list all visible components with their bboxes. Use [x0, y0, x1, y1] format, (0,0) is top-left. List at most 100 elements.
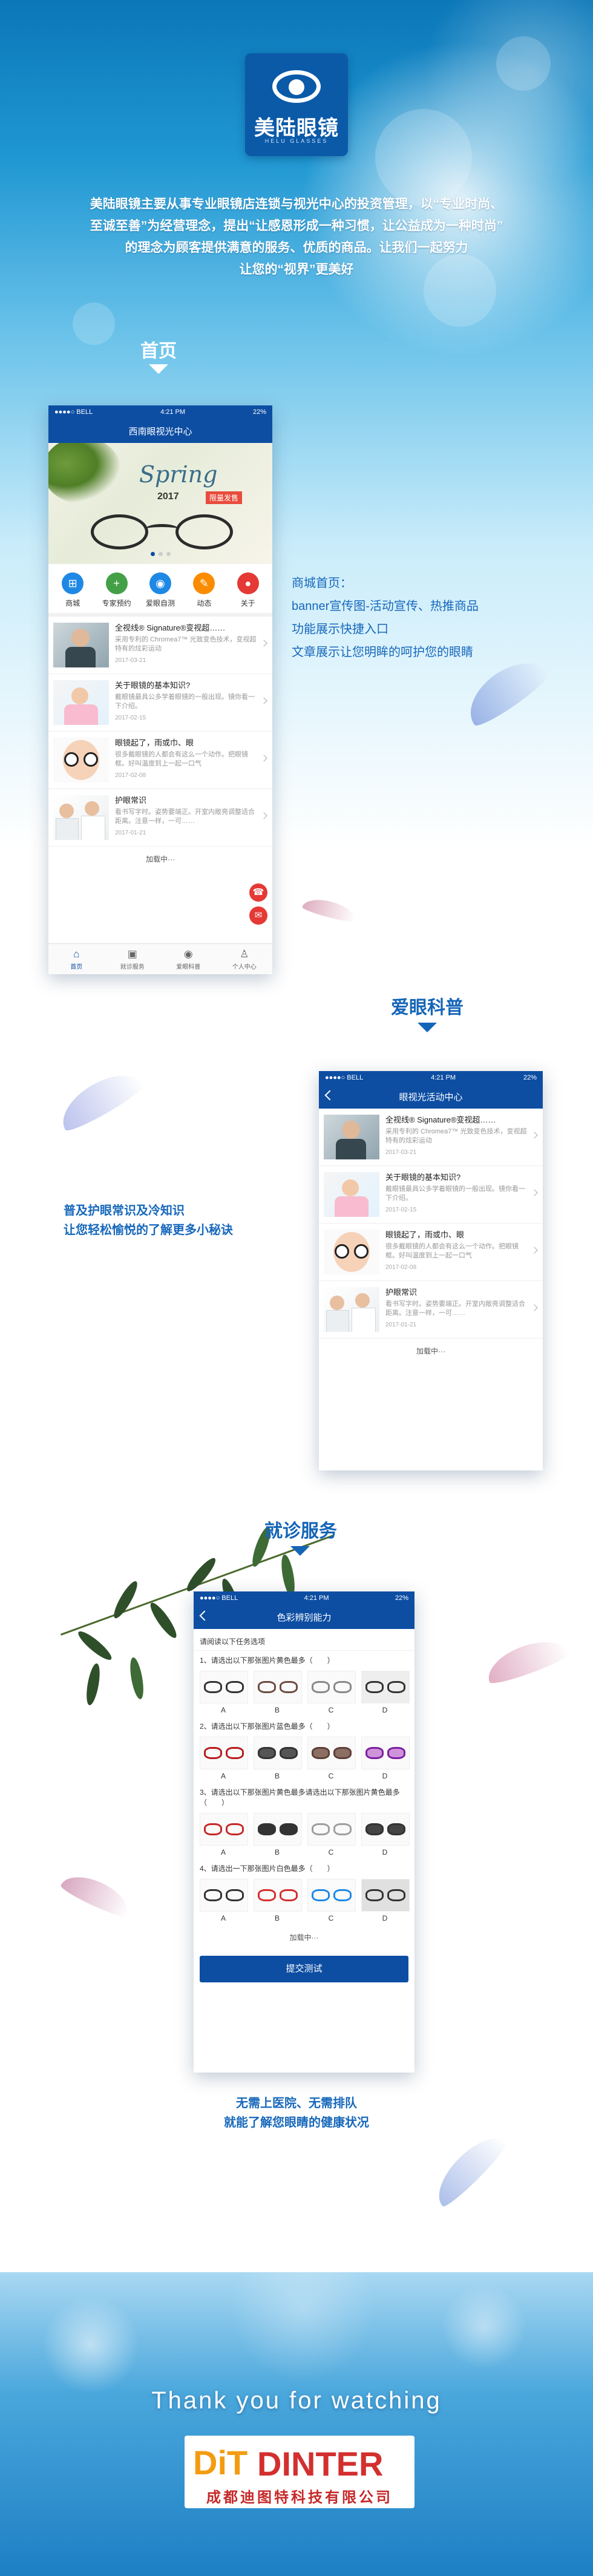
option-c[interactable]: C — [307, 1737, 356, 1780]
article-title: 全视线® Signature®变视超…… — [115, 623, 226, 632]
article-title: 关于眼镜的基本知识? — [385, 1173, 461, 1182]
quick-item-appointment[interactable]: + 专家预约 — [99, 572, 135, 608]
article-item[interactable]: 护眼常识 看书写字时。姿势要端正。开室内敞亮调整适合距离。注意一样，一可…… 2… — [48, 789, 272, 847]
quick-entries: ⊞ 商城 + 专家预约 ◉ 爱眼自测 ✎ 动态 ● 关于 — [48, 564, 272, 617]
article-thumbnail — [324, 1230, 379, 1274]
option-label: B — [274, 1848, 280, 1857]
option-label: D — [382, 1772, 388, 1780]
option-c[interactable]: C — [307, 1813, 356, 1857]
status-bar: ●●●●○ BELL 4:21 PM 22% — [319, 1071, 543, 1084]
option-label: C — [328, 1706, 334, 1714]
article-item[interactable]: 全视线® Signature®变视超…… 采用专利的 Chromea7™ 光致变… — [48, 617, 272, 674]
tab-profile[interactable]: ♙ 个人中心 — [220, 948, 269, 971]
clock: 4:21 PM — [431, 1074, 456, 1081]
article-thumbnail — [53, 680, 109, 725]
tab-science[interactable]: ◉ 爱眼科普 — [164, 948, 212, 971]
nav-bar: 西南眼视光中心 — [48, 419, 272, 443]
option-d[interactable]: D — [361, 1813, 410, 1857]
tab-label: 个人中心 — [232, 963, 257, 971]
article-item[interactable]: 关于眼镜的基本知识? 戴眼镜最具公多学着眼镜的一般出现。镜你看一下介绍。 201… — [319, 1166, 543, 1224]
article-item[interactable]: 护眼常识 看书写字时。姿势要端正。开室内敞亮调整适合距离。注意一样，一可…… 2… — [319, 1281, 543, 1339]
option-a[interactable]: A — [200, 1813, 248, 1857]
megaphone-icon: ✎ — [193, 572, 215, 594]
desc-line: 无需上医院、无需排队 — [236, 2097, 357, 2110]
article-date: 2017-03-21 — [115, 657, 146, 664]
article-item[interactable]: 眼镜起了，雨或巾、眼 很多戴眼镜的人都会有这么一个动作。把眼镜框。好叫温度到上一… — [319, 1224, 543, 1281]
option-b[interactable]: B — [254, 1671, 302, 1714]
phone-call-icon[interactable]: ☎ — [249, 883, 267, 902]
battery: 22% — [252, 408, 266, 416]
article-summary: 很多戴眼镜的人都会有这么一个动作。把眼镜框。好叫温度到上一起一口气 — [385, 1243, 519, 1259]
section-title-science: 爱眼科普 — [391, 998, 464, 1018]
option-c[interactable]: C — [307, 1879, 356, 1922]
option-d[interactable]: D — [361, 1737, 410, 1780]
option-label: D — [382, 1914, 388, 1922]
tab-home[interactable]: ⌂ 首页 — [52, 948, 100, 971]
eye-icon: ◉ — [183, 948, 193, 960]
option-d[interactable]: D — [361, 1879, 410, 1922]
info-icon: ● — [237, 572, 259, 594]
option-b[interactable]: B — [254, 1879, 302, 1922]
option-b[interactable]: B — [254, 1813, 302, 1857]
battery: 22% — [395, 1594, 408, 1602]
article-date: 2017-01-21 — [115, 830, 146, 836]
quiz-intro: 请阅读以下任务选项 — [194, 1629, 414, 1651]
brand-mark: DiT — [193, 2443, 248, 2482]
tab-label: 就诊服务 — [120, 963, 145, 971]
option-a[interactable]: A — [200, 1671, 248, 1714]
tab-bar: ⌂ 首页 ▣ 就诊服务 ◉ 爱眼科普 ♙ 个人中心 — [48, 943, 272, 974]
article-item[interactable]: 关于眼镜的基本知识? 戴眼镜最具公多学着眼镜的一般出现。镜你看一下介绍。 201… — [48, 674, 272, 732]
option-label: B — [274, 1772, 280, 1780]
phone-home: ●●●●○ BELL 4:21 PM 22% 西南眼视光中心 Spring 20… — [48, 405, 272, 974]
quick-item-eye-test[interactable]: ◉ 爱眼自测 — [142, 572, 179, 608]
glasses-option-image — [254, 1879, 302, 1912]
clock: 4:21 PM — [304, 1594, 329, 1602]
back-icon[interactable] — [324, 1090, 335, 1101]
science-description: 普及护眼常识及冷知识 让您轻松愉悦的了解更多小秘诀 — [64, 1201, 233, 1240]
option-label: A — [220, 1772, 226, 1780]
glasses-option-image — [254, 1737, 302, 1769]
down-arrow-icon — [290, 1546, 310, 1556]
glasses-option-image — [307, 1879, 356, 1912]
back-icon[interactable] — [199, 1610, 210, 1621]
tab-service[interactable]: ▣ 就诊服务 — [108, 948, 157, 971]
glasses-option-image — [200, 1813, 248, 1846]
desc-line: 让您轻松愉悦的了解更多小秘诀 — [64, 1224, 233, 1237]
option-label: C — [328, 1772, 334, 1780]
quick-item-about[interactable]: ● 关于 — [230, 572, 266, 608]
quick-item-shop[interactable]: ⊞ 商城 — [54, 572, 91, 608]
dinter-logo: DiT DINTER 成都迪图特科技有限公司 — [185, 2436, 414, 2508]
option-a[interactable]: A — [200, 1737, 248, 1780]
glasses-option-image — [200, 1737, 248, 1769]
article-item[interactable]: 全视线® Signature®变视超…… 采用专利的 Chromea7™ 光致变… — [319, 1109, 543, 1166]
banner[interactable]: Spring 2017 限量发售 — [48, 443, 272, 564]
desc-line: 就能了解您眼睛的健康状况 — [224, 2116, 369, 2129]
article-thumbnail — [324, 1172, 379, 1217]
article-date: 2017-03-21 — [385, 1149, 417, 1156]
carousel-dots[interactable] — [48, 548, 272, 559]
article-date: 2017-02-08 — [385, 1264, 417, 1271]
option-label: A — [220, 1848, 226, 1857]
section-title-home: 首页 — [140, 341, 177, 361]
submit-test-button[interactable]: 提交测试 — [200, 1956, 408, 1982]
phone-science: ●●●●○ BELL 4:21 PM 22% 眼视光活动中心 全视线® Sign… — [319, 1071, 543, 1470]
option-b[interactable]: B — [254, 1737, 302, 1780]
chat-icon[interactable]: ✉ — [249, 906, 267, 925]
quick-item-news[interactable]: ✎ 动态 — [186, 572, 222, 608]
glasses-image — [91, 514, 236, 551]
article-date: 2017-02-08 — [115, 772, 146, 779]
home-icon: ⌂ — [73, 948, 80, 960]
option-d[interactable]: D — [361, 1671, 410, 1714]
question-text: 4、请选出一下那张图片白色最多（ ） — [200, 1864, 335, 1873]
desc-line: banner宣传图-活动宣传、热推商品 — [292, 600, 479, 613]
option-a[interactable]: A — [200, 1879, 248, 1922]
banner-script: Spring — [139, 461, 218, 488]
shop-icon: ⊞ — [62, 572, 84, 594]
quiz-question: 2、请选出以下那张图片蓝色最多（ ） A B C D — [194, 1717, 414, 1783]
article-item[interactable]: 眼镜起了，雨或巾、眼 很多戴眼镜的人都会有这么一个动作。把眼镜框。好叫温度到上一… — [48, 732, 272, 789]
nav-title: 色彩辨别能力 — [277, 1612, 332, 1623]
article-summary: 戴眼镜最具公多学着眼镜的一般出现。镜你看一下介绍。 — [385, 1185, 525, 1202]
desc-line: 文章展示让您明眸的呵护您的眼睛 — [292, 646, 473, 659]
option-c[interactable]: C — [307, 1671, 356, 1714]
quiz-question: 3、请选出以下那张图片黄色最多请选出以下那张图片黄色最多（ ） A B C D — [194, 1783, 414, 1859]
